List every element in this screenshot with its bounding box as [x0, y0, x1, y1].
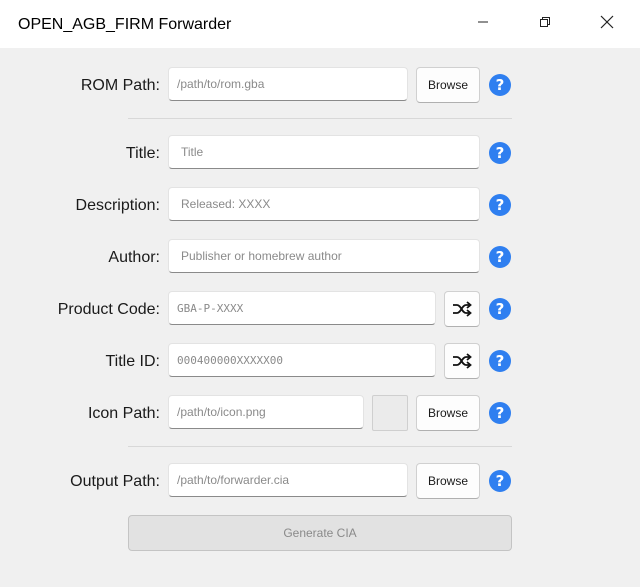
generate-cia-button[interactable]: Generate CIA — [128, 515, 512, 551]
title-input[interactable]: Title — [168, 135, 480, 169]
title-id-input[interactable]: 000400000XXXXX00 — [168, 343, 436, 377]
description-label: Description: — [75, 197, 160, 214]
product-code-label: Product Code: — [57, 301, 160, 318]
separator — [128, 118, 512, 119]
rom-help-icon[interactable]: ? — [489, 74, 511, 96]
icon-path-input[interactable]: /path/to/icon.png — [168, 395, 364, 429]
title-id-label: Title ID: — [105, 353, 160, 370]
icon-browse-button[interactable]: Browse — [416, 395, 480, 431]
product-code-help-icon[interactable]: ? — [489, 298, 511, 320]
close-icon — [600, 15, 614, 29]
shuffle-icon — [453, 353, 472, 369]
window-title: OPEN_AGB_FIRM Forwarder — [18, 16, 232, 33]
icon-preview — [372, 395, 408, 431]
author-input[interactable]: Publisher or homebrew author — [168, 239, 480, 273]
rom-browse-button[interactable]: Browse — [416, 67, 480, 103]
title-id-help-icon[interactable]: ? — [489, 350, 511, 372]
icon-path-label: Icon Path: — [87, 405, 160, 422]
close-button[interactable] — [584, 0, 630, 44]
output-path-label: Output Path: — [70, 473, 160, 490]
output-path-input[interactable]: /path/to/forwarder.cia — [168, 463, 408, 497]
icon-help-icon[interactable]: ? — [489, 402, 511, 424]
restore-icon — [540, 17, 550, 27]
title-label: Title: — [125, 145, 160, 162]
description-help-icon[interactable]: ? — [489, 194, 511, 216]
title-id-random-button[interactable] — [444, 343, 480, 379]
output-browse-button[interactable]: Browse — [416, 463, 480, 499]
title-bar: OPEN_AGB_FIRM Forwarder — [0, 0, 640, 48]
output-help-icon[interactable]: ? — [489, 470, 511, 492]
author-label: Author: — [108, 249, 160, 266]
rom-path-label: ROM Path: — [80, 77, 160, 94]
shuffle-icon — [453, 301, 472, 317]
description-input[interactable]: Released: XXXX — [168, 187, 480, 221]
product-code-input[interactable]: GBA-P-XXXX — [168, 291, 436, 325]
restore-button[interactable] — [522, 0, 568, 44]
minimize-button[interactable] — [460, 0, 506, 44]
rom-path-input[interactable]: /path/to/rom.gba — [168, 67, 408, 101]
separator — [128, 446, 512, 447]
minimize-icon — [478, 21, 488, 23]
author-help-icon[interactable]: ? — [489, 246, 511, 268]
title-help-icon[interactable]: ? — [489, 142, 511, 164]
product-code-random-button[interactable] — [444, 291, 480, 327]
